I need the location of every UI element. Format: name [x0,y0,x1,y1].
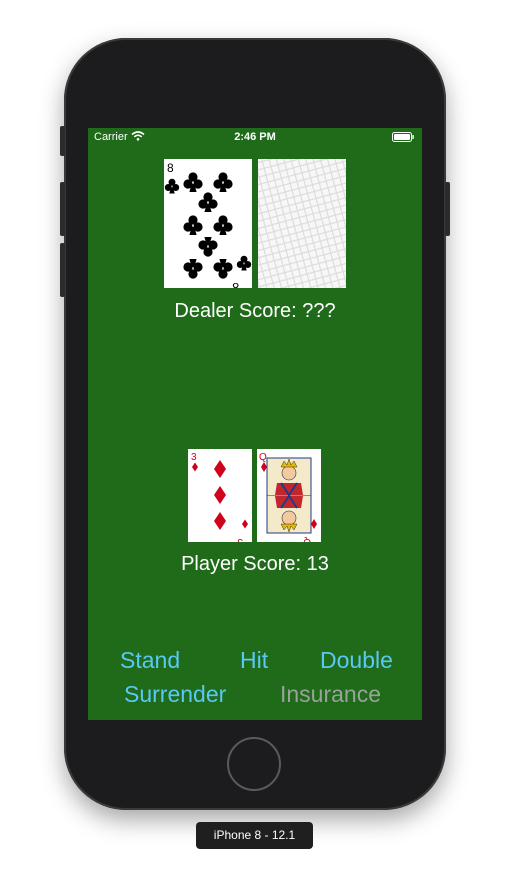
hit-button[interactable]: Hit [240,647,268,674]
card-rank-top: 3 [191,452,197,463]
queen-card-face: Q Q [257,449,321,542]
home-button[interactable] [227,737,281,791]
double-button[interactable]: Double [320,647,393,674]
card-rank-bottom: 3 [237,536,243,542]
dealer-card-8-clubs: 8 8 [164,159,252,288]
status-time: 2:46 PM [234,131,276,143]
battery-icon [392,132,414,142]
game-screen: Carrier 2:46 PM 8 8 Dealer Score: ??? 3 … [88,128,422,720]
club-card-face: 8 8 [164,159,252,288]
surrender-button[interactable]: Surrender [124,681,226,708]
card-rank-bottom: 8 [232,280,239,288]
dealer-score: Dealer Score: ??? [174,300,336,322]
player-card-queen-diamonds: Q Q [257,449,321,542]
player-score: Player Score: 13 [181,553,329,575]
stand-button[interactable]: Stand [120,647,180,674]
volume-down-button [60,243,65,297]
volume-up-button [60,182,65,236]
insurance-button[interactable]: Insurance [280,681,381,708]
mute-switch [60,126,65,156]
card-back-pattern [258,159,346,288]
power-button [445,182,450,236]
dealer-card-back [258,159,346,288]
card-rank-top: 8 [167,161,174,175]
status-bar: Carrier 2:46 PM [88,128,422,146]
diamond-card-face: 3 3 [188,449,252,542]
card-rank-bottom: Q [303,536,311,542]
player-card-3-diamonds: 3 3 [188,449,252,542]
card-rank-top: Q [259,452,267,463]
device-label: iPhone 8 - 12.1 [196,822,313,849]
